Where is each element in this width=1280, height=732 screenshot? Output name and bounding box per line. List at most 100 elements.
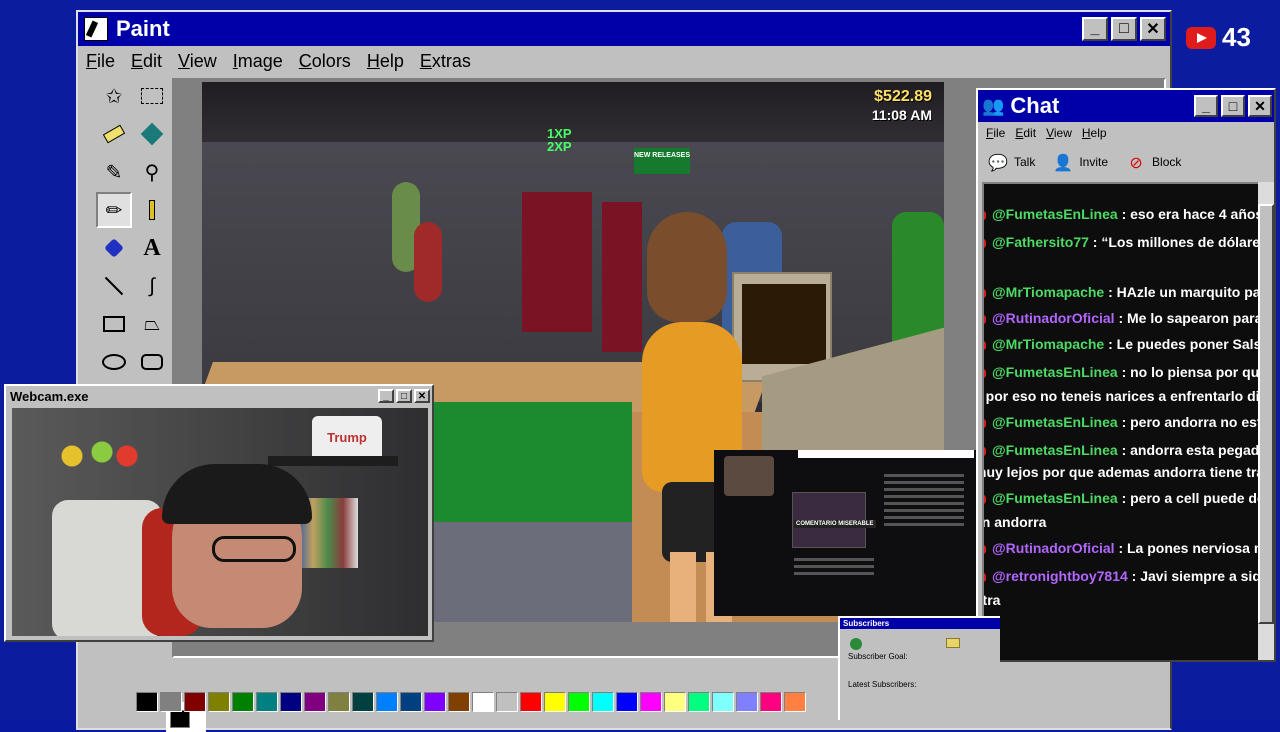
- polygon-icon[interactable]: ⏢: [134, 306, 170, 342]
- fill-icon[interactable]: [134, 116, 170, 152]
- palette-swatch[interactable]: [712, 692, 734, 712]
- curve-icon[interactable]: ∫: [134, 268, 170, 304]
- menu-help[interactable]: Help: [367, 51, 404, 72]
- text-icon[interactable]: A: [134, 230, 170, 266]
- palette-swatch[interactable]: [448, 692, 470, 712]
- inner-text-lines: [794, 554, 874, 579]
- chat-menu-file[interactable]: File: [986, 126, 1005, 140]
- color-picker-icon[interactable]: ✎: [96, 154, 132, 190]
- palette-swatch[interactable]: [304, 692, 326, 712]
- palette-swatch[interactable]: [208, 692, 230, 712]
- menu-file[interactable]: File: [86, 51, 115, 72]
- palette-swatch[interactable]: [736, 692, 758, 712]
- block-button[interactable]: ⊘ Block: [1126, 153, 1181, 172]
- palette-swatch[interactable]: [784, 692, 806, 712]
- palette-swatch[interactable]: [256, 692, 278, 712]
- palette-swatch[interactable]: [544, 692, 566, 712]
- palette-swatch[interactable]: [616, 692, 638, 712]
- scene-shelf: [522, 192, 592, 332]
- free-select-icon[interactable]: ✩: [96, 78, 132, 114]
- chat-username[interactable]: @FumetasEnLinea: [992, 490, 1118, 506]
- palette-swatch[interactable]: [424, 692, 446, 712]
- ellipse-icon[interactable]: [96, 344, 132, 380]
- line-icon[interactable]: [96, 268, 132, 304]
- palette-swatch[interactable]: [400, 692, 422, 712]
- webcam-minimize-button[interactable]: _: [378, 389, 394, 403]
- rect-select-icon[interactable]: [134, 78, 170, 114]
- palette-swatch[interactable]: [352, 692, 374, 712]
- webcam-close-button[interactable]: ✕: [414, 389, 430, 403]
- chat-minimize-button[interactable]: _: [1194, 95, 1218, 117]
- chat-menu-view[interactable]: View: [1046, 126, 1072, 140]
- brush-icon[interactable]: [134, 192, 170, 228]
- youtube-icon: [984, 446, 986, 456]
- chat-menu-edit[interactable]: Edit: [1015, 126, 1036, 140]
- chat-username[interactable]: @RutinadorOficial: [992, 310, 1115, 326]
- rounded-rectangle-icon[interactable]: [134, 344, 170, 380]
- foreground-color[interactable]: [170, 710, 190, 728]
- chat-username[interactable]: @MrTiomapache: [992, 284, 1104, 300]
- palette-swatch[interactable]: [136, 692, 158, 712]
- invite-button[interactable]: 👤 Invite: [1053, 153, 1108, 172]
- webcam-titlebar[interactable]: Webcam.exe _ □ ✕: [6, 386, 432, 406]
- menu-view[interactable]: View: [178, 51, 217, 72]
- paint-titlebar[interactable]: Paint _ □ ✕: [78, 12, 1170, 46]
- palette-swatch[interactable]: [760, 692, 782, 712]
- chat-scroll-thumb[interactable]: [1258, 204, 1274, 624]
- rectangle-icon[interactable]: [96, 306, 132, 342]
- palette-swatch[interactable]: [280, 692, 302, 712]
- webcam-maximize-button[interactable]: □: [396, 389, 412, 403]
- chat-username[interactable]: @FumetasEnLinea: [992, 414, 1118, 430]
- palette-swatch[interactable]: [640, 692, 662, 712]
- chat-username[interactable]: @FumetasEnLinea: [992, 206, 1118, 222]
- palette-swatch[interactable]: [664, 692, 686, 712]
- palette-swatch[interactable]: [184, 692, 206, 712]
- palette-swatch[interactable]: [232, 692, 254, 712]
- latest-subscribers-label: Latest Subscribers:: [848, 680, 917, 689]
- chat-menu-help[interactable]: Help: [1082, 126, 1107, 140]
- chat-log[interactable]: @FumetasEnLinea : eso era hace 4 años o …: [982, 182, 1272, 660]
- chat-maximize-button[interactable]: □: [1221, 95, 1245, 117]
- chat-username[interactable]: @FumetasEnLinea: [992, 442, 1118, 458]
- menu-edit[interactable]: Edit: [131, 51, 162, 72]
- chat-message: @FumetasEnLinea : eso era hace 4 años o …: [984, 206, 1272, 222]
- chat-titlebar[interactable]: 👥 Chat _ □ ✕: [978, 90, 1274, 122]
- chat-username[interactable]: @RutinadorOficial: [992, 540, 1115, 556]
- palette-swatch[interactable]: [496, 692, 518, 712]
- palette-swatch[interactable]: [472, 692, 494, 712]
- palette-swatch[interactable]: [688, 692, 710, 712]
- palette-swatch[interactable]: [160, 692, 182, 712]
- eraser-icon[interactable]: [96, 116, 132, 152]
- palette-swatch[interactable]: [376, 692, 398, 712]
- invite-icon: 👤: [1053, 155, 1074, 172]
- chat-text: : HAzle un marquito para l: [1104, 284, 1272, 300]
- palette-swatch[interactable]: [592, 692, 614, 712]
- menu-extras[interactable]: Extras: [420, 51, 471, 72]
- chat-text: : Le puedes poner Salseo.c: [1104, 336, 1272, 352]
- npc: [414, 222, 442, 302]
- magnifier-icon[interactable]: ⚲: [134, 154, 170, 190]
- chat-username[interactable]: @MrTiomapache: [992, 336, 1104, 352]
- chat-username[interactable]: @Fathersito77: [992, 234, 1089, 250]
- airbrush-icon[interactable]: [96, 230, 132, 266]
- youtube-icon: [984, 340, 986, 350]
- pencil-icon[interactable]: ✏: [96, 192, 132, 228]
- chat-username[interactable]: @FumetasEnLinea: [992, 364, 1118, 380]
- talk-button[interactable]: 💬 Talk: [988, 153, 1035, 172]
- inner-stream-screenshot: COMENTARIO MISERABLE: [714, 450, 976, 616]
- palette-swatch[interactable]: [328, 692, 350, 712]
- paint-title: Paint: [116, 16, 170, 41]
- chat-username[interactable]: @retronightboy7814: [992, 568, 1128, 584]
- chat-scrollbar[interactable]: [1258, 182, 1274, 660]
- maximize-button[interactable]: □: [1111, 17, 1137, 41]
- minimize-button[interactable]: _: [1082, 17, 1108, 41]
- youtube-icon: [1186, 26, 1216, 49]
- palette-swatch[interactable]: [568, 692, 590, 712]
- viewer-count: 43: [1222, 22, 1251, 52]
- chat-close-button[interactable]: ✕: [1248, 95, 1272, 117]
- menu-image[interactable]: Image: [233, 51, 283, 72]
- menu-colors[interactable]: Colors: [299, 51, 351, 72]
- palette-swatch[interactable]: [520, 692, 542, 712]
- close-button[interactable]: ✕: [1140, 17, 1166, 41]
- youtube-icon: [984, 494, 986, 504]
